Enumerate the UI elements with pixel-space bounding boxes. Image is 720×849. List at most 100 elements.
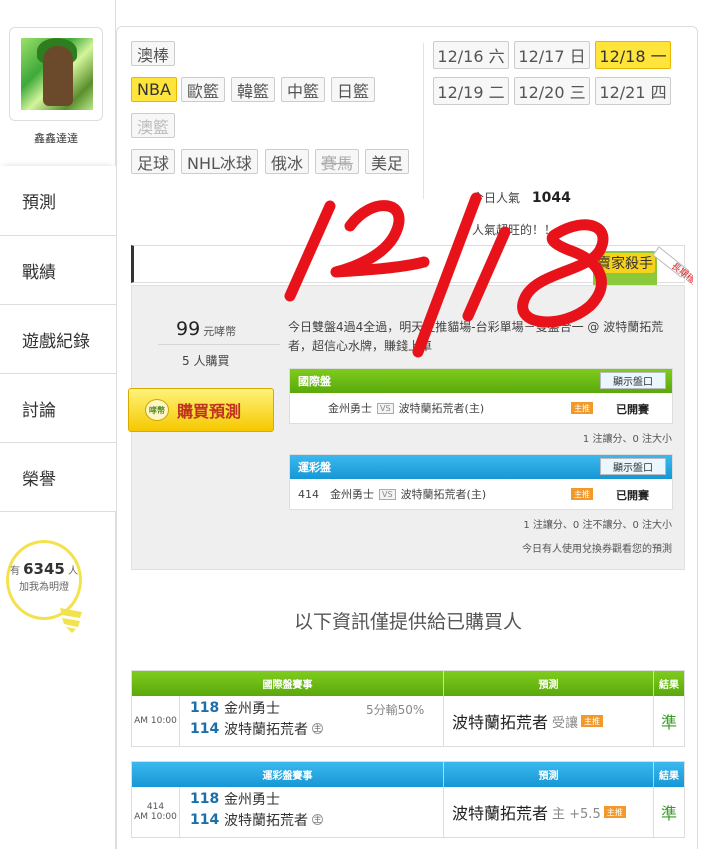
main-pick-badge: 主推 (581, 715, 604, 727)
sport-tab-aus-baseball[interactable]: 澳棒 (131, 41, 176, 66)
nav-item-honor[interactable]: 榮譽 (0, 442, 116, 512)
username[interactable]: 鑫鑫達達 (0, 130, 112, 146)
nav-item-label: 預測 (22, 193, 56, 213)
column-header: 運彩盤賽事 (132, 762, 444, 787)
column-header: 結果 (654, 762, 684, 787)
sport-tab-nhl[interactable]: NHL冰球 (181, 149, 258, 174)
vs-icon: VS (377, 402, 394, 414)
teams-cell: 118 金州勇士 114 波特蘭拓荒者主 5分輸50% (180, 696, 444, 746)
market-note: 1 注讓分、0 注不讓分、0 注大小 (523, 520, 672, 531)
show-odds-button[interactable]: 顯示盤口 (600, 458, 666, 475)
column-header: 預測 (444, 762, 654, 787)
market-international: 國際盤 顯示盤口 金州勇士 VS 波特蘭拓荒者(主) 主推 已開賽 (289, 368, 673, 424)
market-header: 國際盤 顯示盤口 (290, 369, 672, 393)
expert-badge-title: 賣家殺手 (597, 255, 653, 272)
pick-cell: 波特蘭拓荒者 主 +5.5 主推 (444, 787, 654, 837)
result-table-international: 國際盤賽事 預測 結果 AM 10:00 118 金州勇士 114 波特蘭拓荒者主 … (131, 670, 685, 747)
sport-tab-soccer[interactable]: 足球 (131, 149, 176, 174)
game-status: 已開賽 (616, 403, 649, 416)
column-header: 預測 (444, 671, 654, 696)
away-team: 金州勇士 (224, 700, 280, 717)
show-odds-button[interactable]: 顯示盤口 (600, 372, 666, 389)
divider (158, 344, 280, 345)
sport-tab-china-basketball[interactable]: 中籃 (281, 77, 326, 102)
likes-unit: 人 (68, 566, 79, 577)
sport-tab-horse-racing[interactable]: 賽馬 (315, 149, 360, 174)
sport-tab-nba[interactable]: NBA (131, 77, 177, 102)
main-pick-badge: 主推 (603, 806, 626, 818)
date-tab-1220[interactable]: 12/20 三 (514, 77, 590, 105)
prediction-description: 今日雙盤4過4全過，明天主推貓場-台彩單場－雙盤合一 @ 波特蘭拓荒者，超信心水… (288, 320, 664, 353)
home-team: 波特蘭拓荒者 (224, 721, 308, 738)
date-tab-1216[interactable]: 12/16 六 (433, 41, 509, 69)
buy-prediction-label: 購買預測 (177, 402, 242, 421)
nav-item-game-log[interactable]: 遊戲紀錄 (0, 304, 116, 373)
team-code: 114 (190, 720, 220, 737)
nav-item-label: 戰績 (22, 262, 56, 283)
away-team: 金州勇士 (328, 402, 372, 415)
avatar[interactable] (21, 38, 93, 110)
date-tab-1218[interactable]: 12/18 一 (595, 41, 671, 69)
pick-team: 波特蘭拓荒者 (452, 713, 549, 732)
nav-item-label: 遊戲紀錄 (22, 331, 90, 352)
popularity: 今日人氣 1044 (472, 189, 571, 206)
market-title: 國際盤 (298, 375, 331, 388)
vs-icon: VS (379, 488, 396, 500)
teams-cell: 118 金州勇士 114 波特蘭拓荒者主 (180, 787, 444, 837)
avatar-frame[interactable] (9, 27, 103, 121)
buyer-count: 5 人購買 (182, 354, 230, 368)
team-code: 118 (190, 790, 220, 807)
game-time: AM 10:00 (134, 716, 177, 726)
price: 99 元哮幣 (176, 318, 236, 340)
nav-item-record[interactable]: 戰績 (0, 235, 116, 304)
table-row: 414 AM 10:00 118 金州勇士 114 波特蘭拓荒者主 波特蘭拓荒者 主… (132, 787, 684, 837)
price-value: 99 (176, 318, 201, 340)
sport-tab-euro-basketball[interactable]: 歐籃 (181, 77, 226, 102)
result-table-sports-lottery: 運彩盤賽事 預測 結果 414 AM 10:00 118 金州勇士 114 波特蘭拓… (131, 761, 685, 838)
nav-item-predict[interactable]: 預測 (0, 166, 116, 235)
likes-prefix: 有 (9, 566, 20, 577)
divider (423, 43, 424, 199)
prediction-card: 99 元哮幣 5 人購買 哮幣 購買預測 今日雙盤4過4全過，明天主推貓場-台彩單… (128, 285, 685, 570)
main-pick-badge: 主推 (571, 488, 593, 500)
game-code: 414 (298, 487, 319, 501)
price-unit: 元哮幣 (203, 325, 237, 338)
sport-tab-aus-basketball[interactable]: 澳籃 (131, 113, 176, 138)
home-mark-icon: 主 (312, 814, 323, 825)
table-header: 運彩盤賽事 預測 結果 (132, 762, 684, 787)
game-time-cell: AM 10:00 (132, 696, 180, 746)
pick-detail: 受讓 (552, 715, 579, 731)
game-status: 已開賽 (616, 489, 649, 502)
likes-count: 6345 (23, 560, 65, 578)
away-team: 金州勇士 (224, 791, 280, 808)
date-tab-1219[interactable]: 12/19 二 (433, 77, 509, 105)
market-note: 1 注讓分、0 注大小 (582, 434, 672, 445)
market-row: 金州勇士 VS 波特蘭拓荒者(主) 主推 已開賽 (290, 393, 672, 423)
home-mark-icon: 主 (312, 723, 323, 734)
market-title: 運彩盤 (298, 461, 331, 474)
main-pick-badge: 主推 (571, 402, 593, 414)
pick-cell: 波特蘭拓荒者 受讓 主推 (444, 696, 654, 746)
nav-item-label: 討論 (22, 400, 56, 421)
pick-detail: 主 +5.5 (552, 806, 601, 822)
sport-tab-japan-basketball[interactable]: 日籃 (331, 77, 376, 102)
market-sports-lottery: 運彩盤 顯示盤口 414 金州勇士 VS 波特蘭拓荒者(主) 主推 已開賽 (289, 454, 673, 510)
home-team: 波特蘭拓荒者(主) (398, 402, 485, 415)
sport-tab-russia-hockey[interactable]: 俄冰 (265, 149, 310, 174)
spread-info: 5分輸50% (366, 703, 425, 717)
column-header: 結果 (654, 671, 684, 696)
buy-prediction-button[interactable]: 哮幣 購買預測 (128, 388, 274, 432)
date-tab-1221[interactable]: 12/21 四 (595, 77, 671, 105)
home-team: 波特蘭拓荒者 (224, 812, 308, 829)
sport-tab-korea-basketball[interactable]: 韓籃 (231, 77, 276, 102)
pick-team: 波特蘭拓荒者 (452, 804, 549, 823)
sport-tab-american-football[interactable]: 美足 (365, 149, 410, 174)
away-team: 金州勇士 (330, 488, 374, 501)
team-code: 114 (190, 811, 220, 828)
popularity-label: 今日人氣 (472, 191, 521, 205)
nav-item-discussion[interactable]: 討論 (0, 373, 116, 442)
info-section-title: 以下資訊僅提供給已購買人 (293, 611, 522, 633)
popularity-value: 1044 (531, 190, 571, 206)
popularity-hot-text: 人氣超旺的！！ (472, 223, 557, 237)
date-tab-1217[interactable]: 12/17 日 (514, 41, 590, 69)
